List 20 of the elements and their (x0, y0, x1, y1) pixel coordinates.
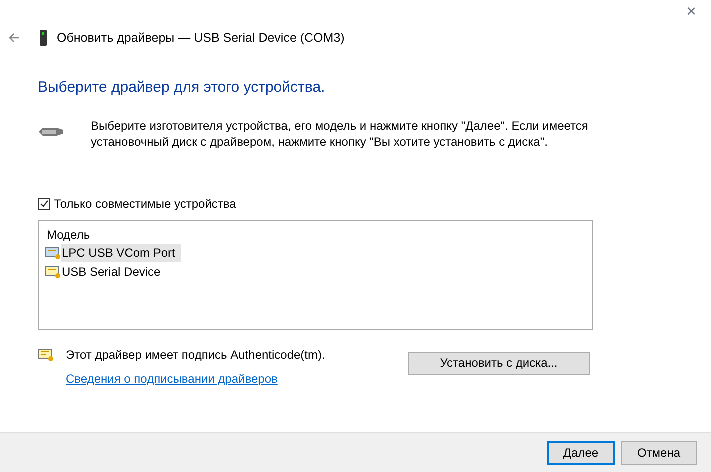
dialog-button[interactable]: Отмена (621, 440, 697, 464)
window-title: Обновить драйверы — USB Serial Device (COM3) (57, 30, 345, 47)
page-heading: Выберите драйвер для этого устройства. (38, 79, 326, 96)
driver-signing-link[interactable]: Сведения о подписывании драйверов (66, 370, 326, 388)
dialog-button[interactable]: Далее (547, 440, 615, 464)
device-icon (40, 30, 47, 46)
column-header: Модель (46, 226, 92, 244)
back-arrow-icon[interactable] (8, 33, 20, 43)
checkbox-label[interactable]: Только совместимые устройства (54, 194, 236, 212)
signature-text: Этот драйвер имеет подпись Authenticode(tm). (66, 346, 326, 364)
certificate-icon (38, 348, 54, 362)
instruction-text: Выберите изготовителя устройства, его модель и нажмите кнопку "Далее". Если имеется установочный диск с драйвером, нажмите кнопку "Вы хотите установить с диска". (91, 118, 590, 150)
cable-connector-icon (38, 126, 64, 138)
install-from-disk-button[interactable]: Установить с диска... (408, 352, 590, 374)
close-button[interactable]: ✕ (686, 2, 697, 24)
model-item[interactable]: LPC USB VCom Port (61, 244, 182, 262)
device-icon (45, 246, 61, 260)
device-icon (45, 265, 61, 279)
checkbox[interactable] (38, 198, 50, 210)
model-item[interactable]: USB Serial Device (61, 263, 167, 281)
